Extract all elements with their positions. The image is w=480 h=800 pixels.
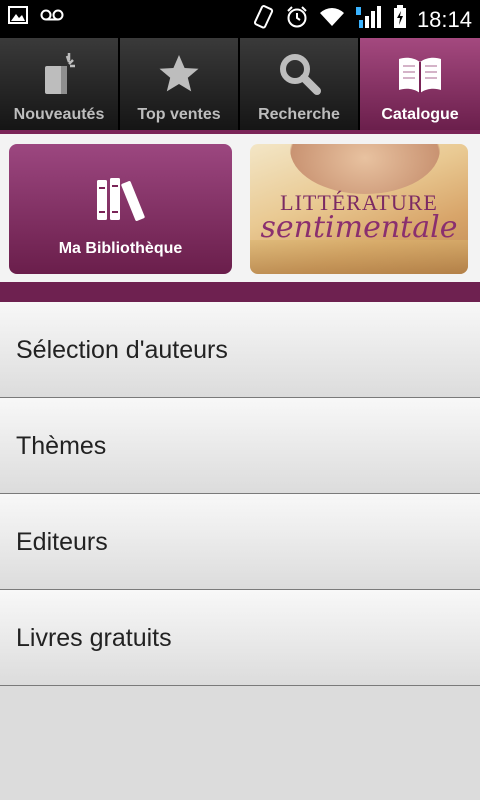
- alarm-icon: [285, 5, 309, 34]
- rotate-icon: [253, 4, 275, 35]
- tab-recherche[interactable]: Recherche: [240, 38, 360, 130]
- promo-banner-litterature-sentimentale[interactable]: LITTÉRATURE sentimentale: [250, 144, 468, 274]
- open-book-icon: [397, 52, 443, 96]
- list-item-label: Livres gratuits: [16, 624, 172, 652]
- my-library-button[interactable]: Ma Bibliothèque: [9, 144, 232, 274]
- battery-charging-icon: [393, 5, 407, 34]
- books-icon: [95, 176, 147, 227]
- tab-top-ventes[interactable]: Top ventes: [120, 38, 240, 130]
- section-divider: [0, 282, 480, 302]
- banner-area: Ma Bibliothèque LITTÉRATURE sentimentale: [0, 134, 480, 282]
- wifi-icon: [319, 7, 345, 32]
- status-bar: 18:14: [0, 0, 480, 38]
- star-icon: [157, 52, 201, 96]
- list-item-livres-gratuits[interactable]: Livres gratuits: [0, 590, 480, 686]
- search-icon: [277, 52, 321, 96]
- tab-bar: Nouveautés Top ventes Recherche Catalogu…: [0, 38, 480, 130]
- list-item-label: Editeurs: [16, 528, 108, 556]
- list-item-label: Sélection d'auteurs: [16, 336, 228, 364]
- gallery-icon: [8, 6, 28, 29]
- new-books-icon: [39, 52, 79, 96]
- tab-label: Recherche: [258, 106, 340, 123]
- tab-label: Catalogue: [381, 106, 459, 123]
- promo-grass-decoration: [250, 240, 468, 274]
- voicemail-icon: [40, 8, 64, 27]
- list-item-themes[interactable]: Thèmes: [0, 398, 480, 494]
- catalogue-list: Sélection d'auteurs Thèmes Editeurs Livr…: [0, 302, 480, 686]
- tab-nouveautes[interactable]: Nouveautés: [0, 38, 120, 130]
- list-item-selection-auteurs[interactable]: Sélection d'auteurs: [0, 302, 480, 398]
- tab-label: Top ventes: [137, 106, 221, 123]
- promo-image: [290, 144, 440, 194]
- clock-time: 18:14: [416, 6, 472, 32]
- signal-icon: [355, 5, 383, 34]
- list-item-editeurs[interactable]: Editeurs: [0, 494, 480, 590]
- my-library-label: Ma Bibliothèque: [58, 240, 183, 257]
- list-item-label: Thèmes: [16, 432, 107, 460]
- tab-label: Nouveautés: [13, 106, 105, 123]
- tab-catalogue[interactable]: Catalogue: [360, 38, 480, 130]
